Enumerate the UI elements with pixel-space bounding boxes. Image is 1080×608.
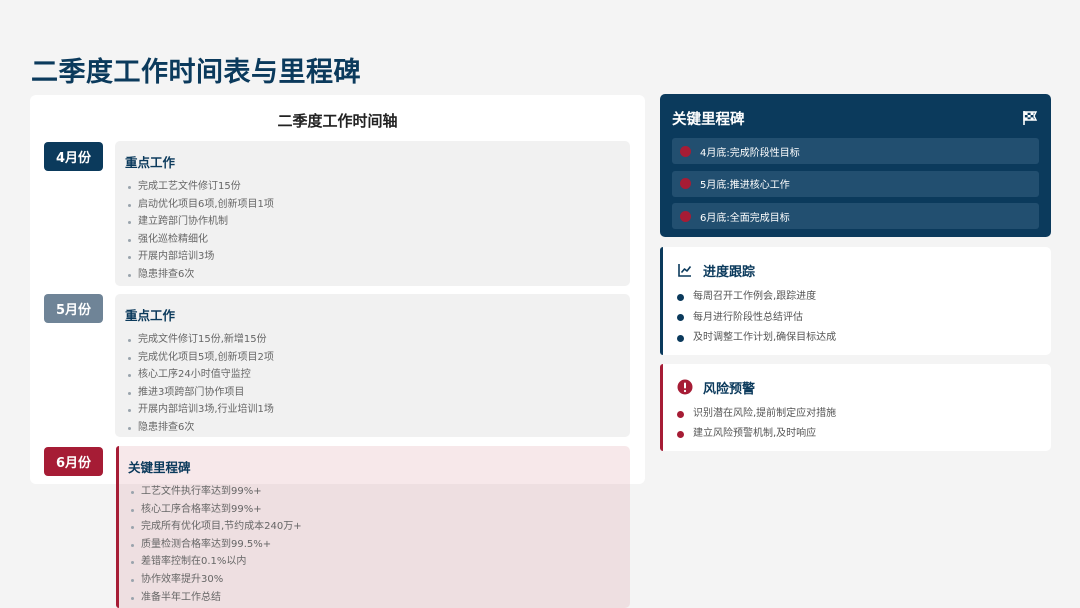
progress-card: 进度跟踪 每周召开工作例会,跟踪进度 每月进行阶段性总结评估 及时调整工作计划,…: [660, 247, 1051, 355]
list-item: 及时调整工作计划,确保目标达成: [677, 328, 1051, 349]
month-box-april: 重点工作 完成工艺文件修订15份 启动优化项目6项,创新项目1项 建立跨部门协作…: [115, 141, 630, 286]
box-heading: 重点工作: [125, 155, 176, 170]
flag-icon: [1023, 111, 1038, 125]
list-item: 建立风险预警机制,及时响应: [677, 424, 1051, 444]
list-item: 完成所有优化项目,节约成本240万+: [128, 518, 630, 536]
list-item: 协作效率提升30%: [128, 571, 630, 589]
list-item: 启动优化项目6项,创新项目1项: [125, 196, 630, 214]
list-item: 完成文件修订15份,新增15份: [125, 331, 630, 349]
month-box-may: 重点工作 完成文件修订15份,新增15份 完成优化项目5项,创新项目2项 核心工…: [115, 294, 630, 437]
progress-title: 进度跟踪: [703, 264, 756, 280]
progress-item-text: 每月进行阶段性总结评估: [693, 311, 803, 323]
list-item: 准备半年工作总结: [128, 589, 630, 607]
milestone-item: 5月底:推进核心工作: [672, 170, 1039, 197]
alert-icon: [677, 379, 693, 395]
progress-item-text: 及时调整工作计划,确保目标达成: [693, 332, 837, 343]
risk-item-text: 建立风险预警机制,及时响应: [693, 428, 817, 439]
list-item: 工艺文件执行率达到99%+: [128, 483, 630, 501]
list-item: 核心工序合格率达到99%+: [128, 501, 630, 519]
task-list: 完成工艺文件修订15份 启动优化项目6项,创新项目1项 建立跨部门协作机制 强化…: [125, 178, 630, 284]
line-chart-icon: [678, 264, 692, 277]
risk-title: 风险预警: [703, 381, 756, 397]
list-item: 开展内部培训3场,行业培训1场: [125, 401, 630, 419]
list-item: 强化巡检精细化: [125, 231, 630, 249]
risk-item-text: 识别潜在风险,提前制定应对措施: [693, 408, 837, 419]
list-item: 完成工艺文件修订15份: [125, 178, 630, 196]
month-badge-april: 4月份: [44, 142, 103, 171]
list-item: 推进3项跨部门协作项目: [125, 384, 630, 402]
month-badge-june: 6月份: [44, 447, 103, 476]
page-title: 二季度工作时间表与里程碑: [31, 57, 361, 88]
milestone-title: 关键里程碑: [672, 111, 745, 128]
timeline-title: 二季度工作时间轴: [277, 112, 398, 130]
milestone-label: 5月底:推进核心工作: [700, 180, 790, 191]
progress-item-text: 每周召开工作例会,跟踪进度: [693, 291, 817, 302]
task-list: 工艺文件执行率达到99%+ 核心工序合格率达到99%+ 完成所有优化项目,节约成…: [128, 483, 630, 606]
list-item: 每月进行阶段性总结评估: [677, 308, 1051, 329]
list-item: 完成优化项目5项,创新项目2项: [125, 349, 630, 367]
milestone-item: 6月底:全面完成目标: [672, 203, 1039, 229]
milestone-dot: [680, 145, 691, 157]
task-list: 完成文件修订15份,新增15份 完成优化项目5项,创新项目2项 核心工序24小时…: [125, 331, 630, 437]
milestone-card: 关键里程碑 4月底:完成阶段性目标 5月底:推进核心工作 6月底:全面完成目标: [660, 94, 1051, 237]
list-item: 隐患排查6次: [125, 419, 630, 437]
list-item: 差错率控制在0.1%以内: [128, 553, 630, 571]
progress-list: 每周召开工作例会,跟踪进度 每月进行阶段性总结评估 及时调整工作计划,确保目标达…: [677, 287, 1051, 349]
box-heading: 关键里程碑: [128, 460, 191, 475]
list-item: 建立跨部门协作机制: [125, 213, 630, 231]
month-box-june: 关键里程碑 工艺文件执行率达到99%+ 核心工序合格率达到99%+ 完成所有优化…: [116, 446, 630, 608]
list-item: 核心工序24小时值守监控: [125, 366, 630, 384]
list-item: 开展内部培训3场: [125, 248, 630, 266]
list-item: 质量检测合格率达到99.5%+: [128, 536, 630, 554]
milestone-item: 4月底:完成阶段性目标: [672, 138, 1039, 164]
month-badge-may: 5月份: [44, 294, 103, 323]
list-item: 每周召开工作例会,跟踪进度: [677, 287, 1051, 308]
list-item: 隐患排查6次: [125, 266, 630, 284]
risk-card: 风险预警 识别潜在风险,提前制定应对措施 建立风险预警机制,及时响应: [660, 364, 1051, 451]
milestone-label: 4月底:完成阶段性目标: [700, 147, 800, 159]
list-item: 识别潜在风险,提前制定应对措施: [677, 404, 1051, 424]
box-heading: 重点工作: [125, 308, 176, 323]
milestone-dot: [680, 178, 691, 189]
milestone-dot: [680, 210, 691, 222]
milestone-label: 6月底:全面完成目标: [700, 212, 790, 224]
risk-list: 识别潜在风险,提前制定应对措施 建立风险预警机制,及时响应: [677, 404, 1051, 444]
